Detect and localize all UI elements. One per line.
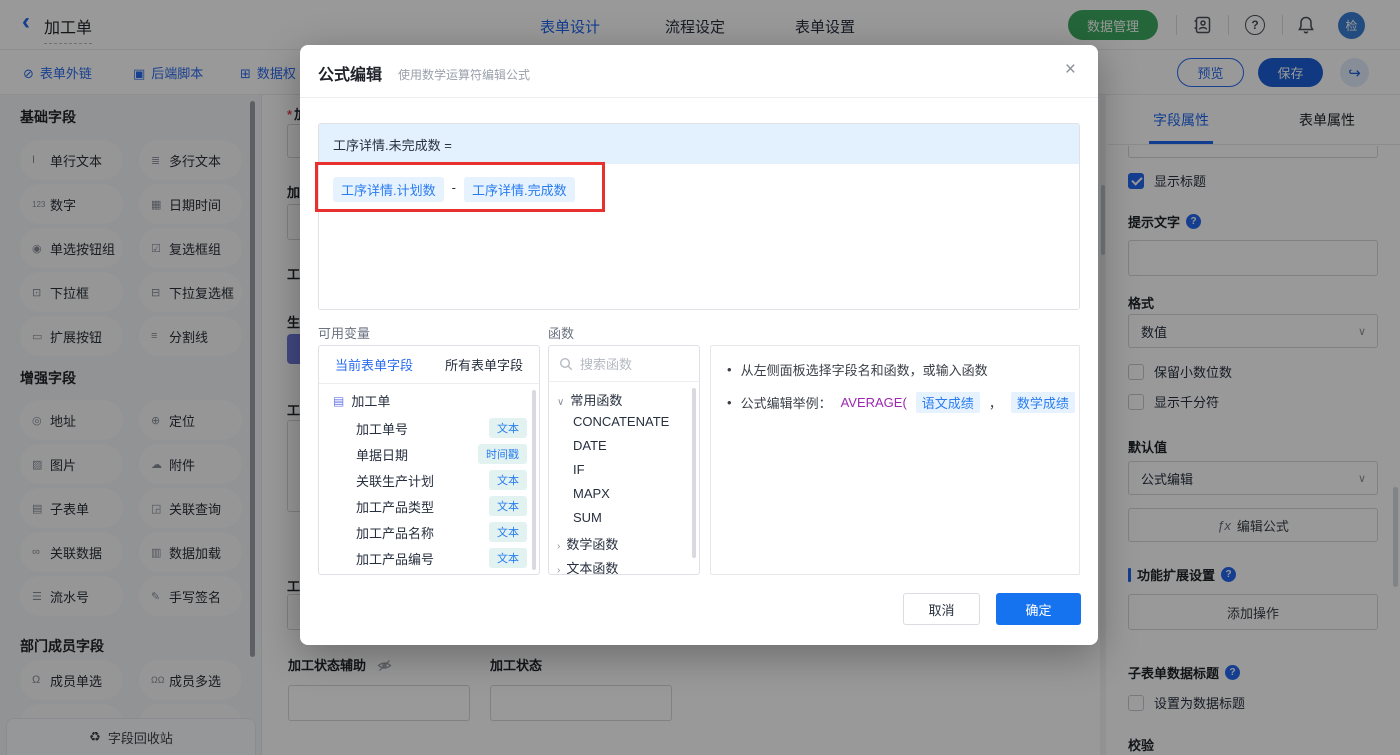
function-search-input[interactable]: 搜索函数: [549, 346, 699, 382]
functions-label: 函数: [548, 326, 575, 341]
example-field-chip: 语文成绩: [915, 392, 980, 413]
function-group-text[interactable]: › 文本函数: [557, 558, 618, 575]
modal-subtitle: 使用数学运算符编辑公式: [398, 68, 531, 82]
bullet-icon: •: [727, 395, 732, 410]
function-item[interactable]: IF: [573, 462, 585, 477]
formula-field-token[interactable]: 工序详情.计划数: [333, 177, 444, 202]
variable-type-tag: 时间戳: [478, 444, 527, 464]
variables-root-label: 加工单: [351, 394, 391, 409]
formula-field-token[interactable]: 工序详情.完成数: [463, 177, 575, 202]
variable-type-tag: 文本: [489, 522, 527, 542]
search-icon: [559, 357, 573, 370]
document-icon: ▤: [333, 393, 345, 408]
formula-operator-token[interactable]: -: [452, 177, 456, 195]
formula-expression[interactable]: 工序详情.计划数 - 工序详情.完成数: [319, 164, 1079, 309]
help-line: • 从左侧面板选择字段名和函数，或输入函数: [727, 362, 988, 378]
variable-name: 关联生产计划: [356, 473, 435, 489]
variable-type-tag: 文本: [489, 496, 527, 516]
confirm-button[interactable]: 确定: [996, 593, 1081, 625]
modal-title: 公式编辑: [318, 67, 383, 84]
example-function: AVERAGE(: [840, 395, 907, 410]
variable-item[interactable]: 加工产品名称 文本: [356, 521, 527, 543]
variable-name: 单据日期: [356, 447, 409, 463]
available-variables-label: 可用变量: [318, 326, 371, 341]
modal-header-divider: [300, 97, 1098, 98]
variable-name: 加工产品类型: [356, 499, 435, 515]
variables-scrollbar-thumb[interactable]: [532, 390, 536, 570]
app-root: ‹ 加工单 表单设计 流程设定 表单设置 数据管理 ? 检 ⊘ 表单外链 ▣ 后…: [0, 0, 1400, 755]
variable-item[interactable]: 加工产品类型 文本: [356, 495, 527, 517]
variable-item[interactable]: 单据日期 时间戳: [356, 443, 527, 465]
chevron-expanded-icon: ∨: [557, 397, 565, 408]
close-icon[interactable]: ×: [1065, 59, 1076, 81]
search-placeholder: 搜索函数: [580, 357, 633, 372]
bullet-icon: •: [727, 362, 732, 377]
function-group-common[interactable]: ∨ 常用函数: [557, 390, 622, 409]
function-group-math[interactable]: › 数学函数: [557, 534, 618, 553]
example-field-chip: 数学成绩: [1010, 392, 1075, 413]
variable-type-tag: 文本: [489, 548, 527, 568]
variables-root-node[interactable]: ▤ 加工单: [333, 391, 390, 410]
formula-editor-box[interactable]: 工序详情.未完成数 = 工序详情.计划数 - 工序详情.完成数: [318, 123, 1080, 310]
variable-type-tag: 文本: [489, 470, 527, 490]
formula-target: 工序详情.未完成数 =: [319, 124, 1079, 164]
tab-all-form-fields[interactable]: 所有表单字段: [429, 346, 539, 383]
variable-name: 加工产品名称: [356, 525, 435, 541]
function-item[interactable]: SUM: [573, 510, 602, 525]
variable-name: 加工单号: [356, 421, 409, 437]
variable-item[interactable]: 加工单号 文本: [356, 417, 527, 439]
cancel-button[interactable]: 取消: [903, 593, 980, 625]
function-item[interactable]: MAPX: [573, 486, 610, 501]
variable-item[interactable]: 关联生产计划 文本: [356, 469, 527, 491]
chevron-collapsed-icon: ›: [557, 541, 561, 552]
chevron-collapsed-icon: ›: [557, 565, 561, 575]
tab-current-form-fields[interactable]: 当前表单字段: [319, 346, 429, 383]
variable-item[interactable]: 加工产品编号 文本: [356, 547, 527, 569]
formula-editor-modal: 公式编辑 使用数学运算符编辑公式 × 工序详情.未完成数 = 工序详情.计划数 …: [300, 45, 1098, 645]
variable-name: 加工产品编号: [356, 551, 435, 567]
functions-scrollbar-thumb[interactable]: [692, 388, 696, 558]
functions-panel: 搜索函数 ∨ 常用函数 CONCATENATE DATE IF MAPX SUM …: [548, 345, 700, 575]
help-line-example: • 公式编辑举例：AVERAGE( 语文成绩， 数学成绩）: [727, 392, 1075, 413]
formula-help-panel: • 从左侧面板选择字段名和函数，或输入函数 • 公式编辑举例： AVERAGE( …: [710, 345, 1080, 575]
variables-panel: 当前表单字段 所有表单字段 ▤ 加工单 加工单号 文本 单据日期 时间戳 关联生产计…: [318, 345, 540, 575]
variables-tabs: 当前表单字段 所有表单字段: [319, 346, 539, 384]
function-item[interactable]: CONCATENATE: [573, 414, 669, 429]
variable-type-tag: 文本: [489, 418, 527, 438]
function-item[interactable]: DATE: [573, 438, 607, 453]
